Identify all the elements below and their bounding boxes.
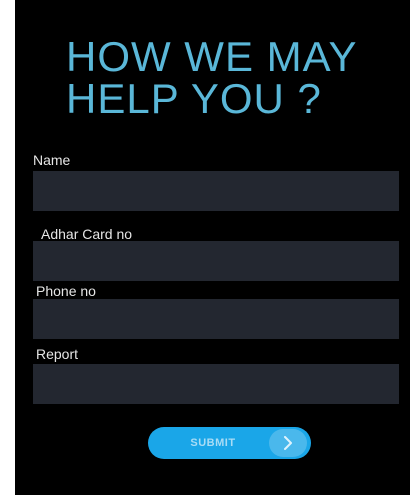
- phone-field[interactable]: [33, 299, 399, 339]
- submit-button[interactable]: SUBMIT: [148, 427, 311, 459]
- submit-button-label: SUBMIT: [190, 437, 236, 449]
- page-title-line-2: HELP YOU ?: [66, 75, 322, 122]
- phone-label: Phone no: [36, 283, 96, 299]
- report-field[interactable]: [33, 364, 399, 404]
- page-title: HOW WE MAY HELP YOU ?: [66, 36, 386, 120]
- adhar-card-field[interactable]: [33, 241, 399, 281]
- report-label: Report: [36, 346, 79, 362]
- name-label: Name: [33, 152, 71, 168]
- adhar-card-label: Adhar Card no: [41, 226, 133, 242]
- chevron-right-icon: [269, 429, 307, 457]
- name-field[interactable]: [33, 171, 399, 211]
- page-title-line-1: HOW WE MAY: [66, 33, 358, 80]
